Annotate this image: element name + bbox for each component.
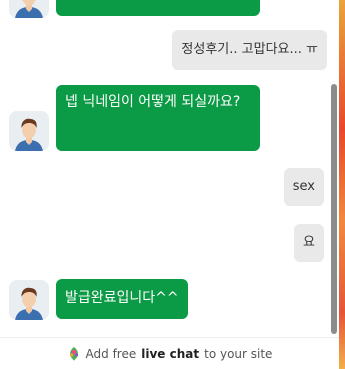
footer-suffix: to your site (204, 346, 273, 361)
visitor-message: 요 (294, 224, 324, 262)
operator-avatar-icon (9, 0, 49, 18)
visitor-message: 정성후기.. 고맙다요... ㅠ (172, 30, 327, 70)
message-list[interactable]: 정성후기.. 고맙다요... ㅠ 넵 닉네임이 어떻게 되실까요? sex 요 (0, 0, 339, 336)
livechat-logo-icon (67, 346, 81, 362)
footer-prefix: Add free (85, 346, 137, 361)
operator-message: 넵 닉네임이 어떻게 되실까요? (56, 85, 260, 151)
operator-avatar-icon (9, 280, 49, 320)
powered-by-footer[interactable]: Add free live chat to your site (0, 337, 339, 369)
scrollbar[interactable] (331, 0, 337, 336)
operator-message (56, 0, 260, 16)
operator-message: 발급완료입니다^^ (56, 279, 188, 319)
scrollbar-thumb[interactable] (331, 84, 337, 334)
footer-link-live-chat[interactable]: live chat (141, 347, 199, 361)
visitor-message: sex (283, 168, 324, 206)
chat-widget: 정성후기.. 고맙다요... ㅠ 넵 닉네임이 어떻게 되실까요? sex 요 (0, 0, 345, 369)
operator-avatar-icon (9, 111, 49, 151)
background-edge (339, 0, 345, 369)
